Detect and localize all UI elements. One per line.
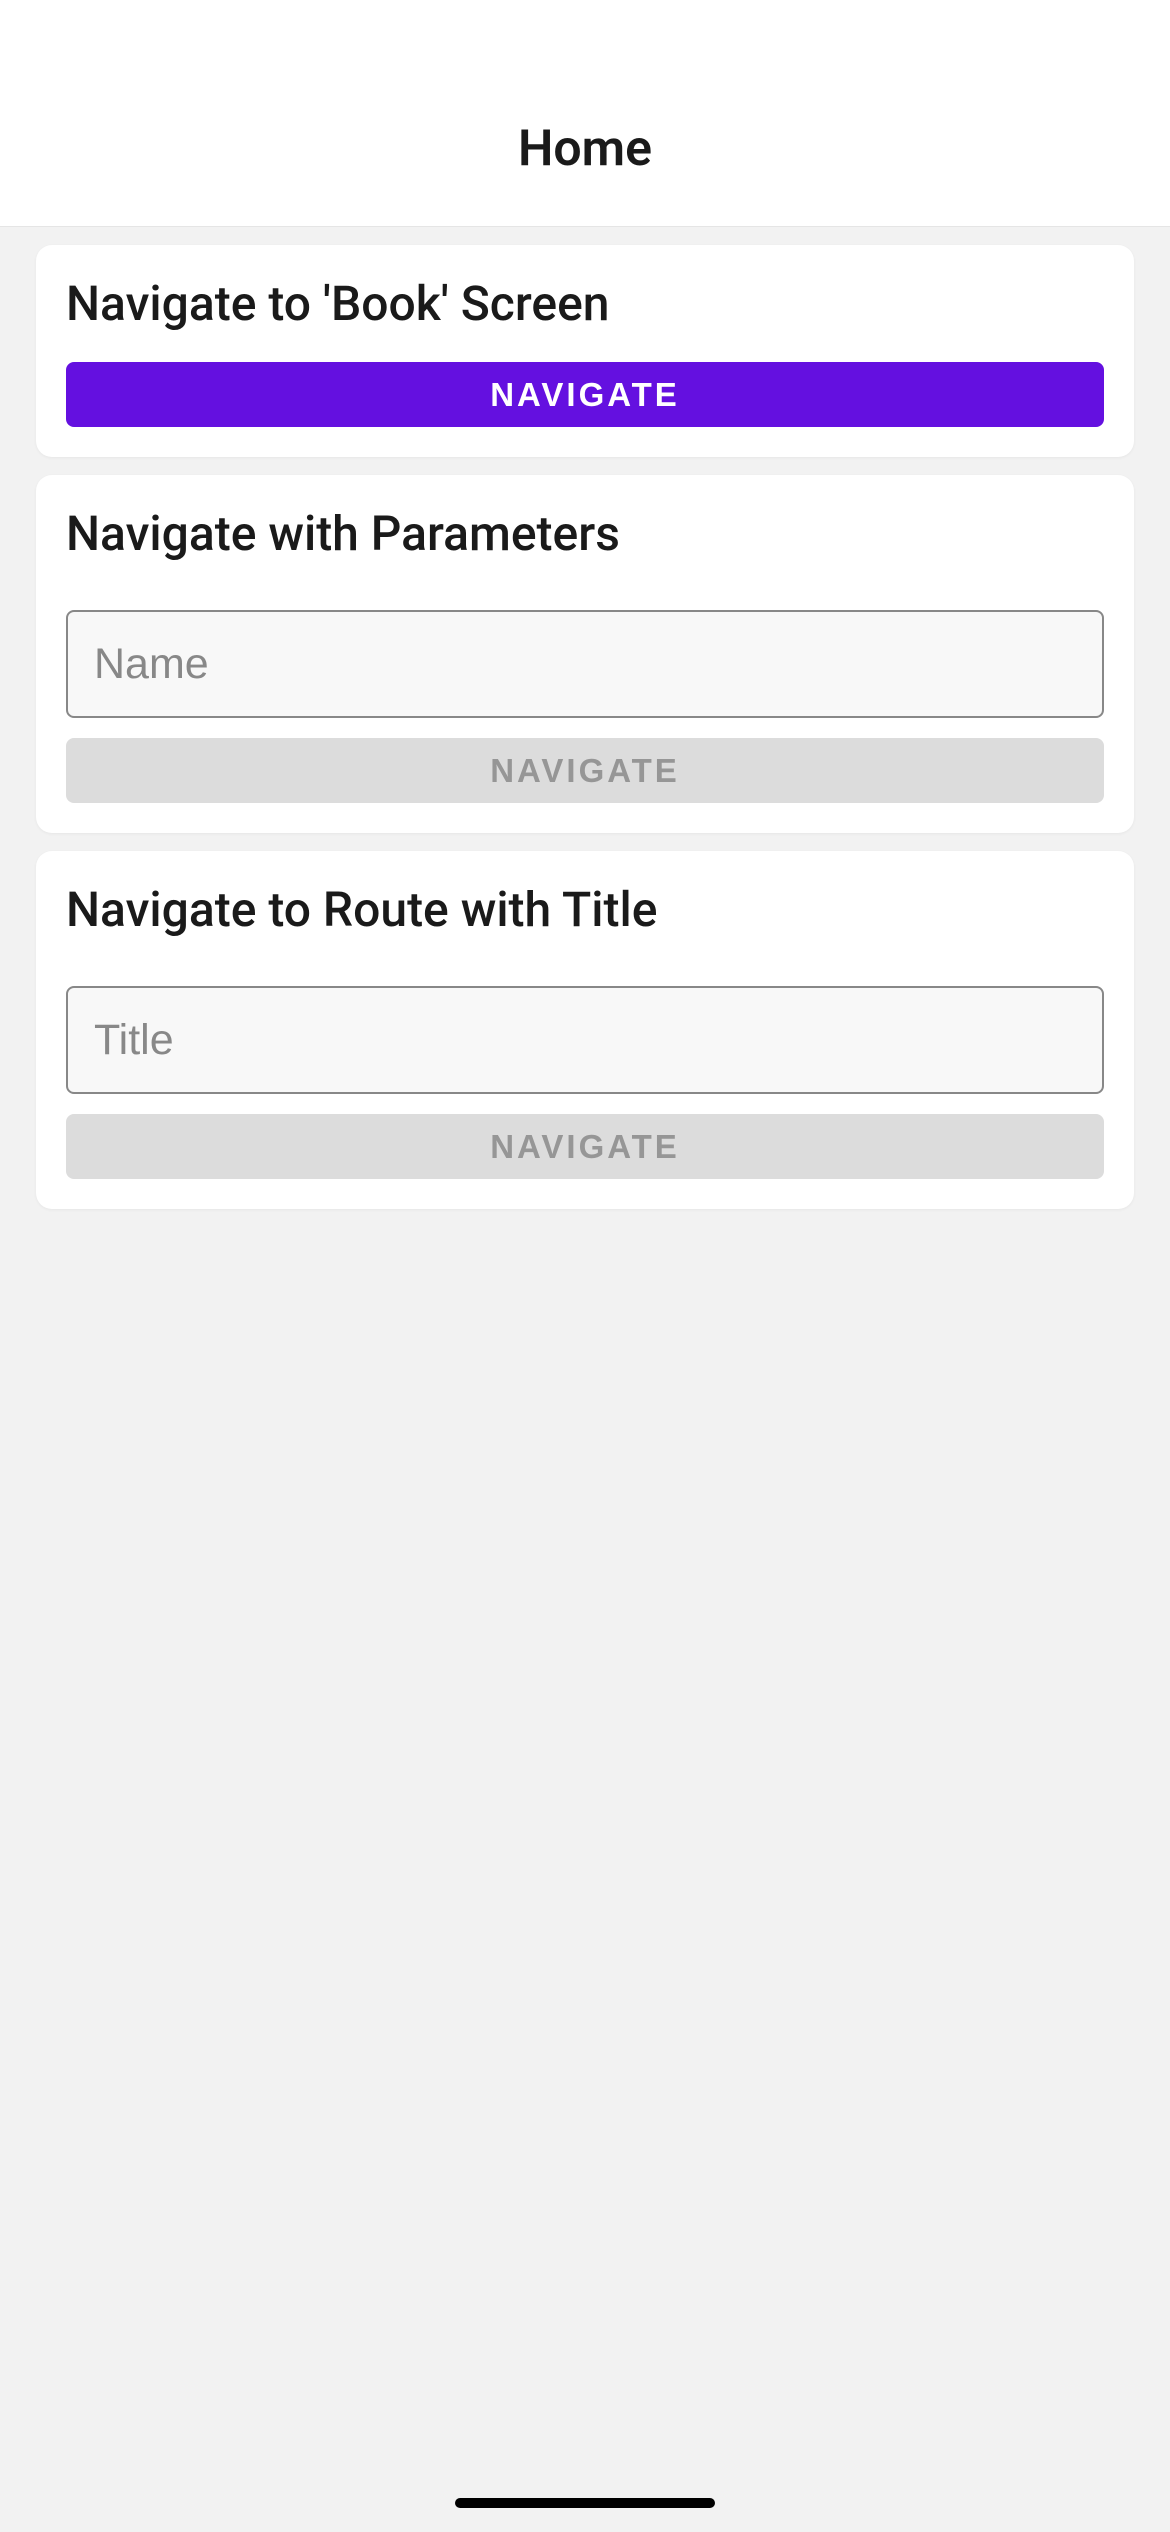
navigate-book-button[interactable]: NAVIGATE	[66, 362, 1104, 427]
title-field[interactable]	[66, 986, 1104, 1094]
navigate-route-button[interactable]: NAVIGATE	[66, 1114, 1104, 1179]
status-bar	[0, 0, 1170, 100]
card-title-book: Navigate to 'Book' Screen	[66, 275, 1104, 332]
page-title: Home	[0, 120, 1170, 178]
card-navigate-params: Navigate with Parameters NAVIGATE	[36, 475, 1134, 833]
name-field[interactable]	[66, 610, 1104, 718]
card-navigate-route: Navigate to Route with Title NAVIGATE	[36, 851, 1134, 1209]
card-title-route: Navigate to Route with Title	[66, 881, 1104, 938]
navigate-params-button[interactable]: NAVIGATE	[66, 738, 1104, 803]
card-title-params: Navigate with Parameters	[66, 505, 1104, 562]
home-indicator[interactable]	[455, 2498, 715, 2508]
card-navigate-book: Navigate to 'Book' Screen NAVIGATE	[36, 245, 1134, 457]
content-area: Navigate to 'Book' Screen NAVIGATE Navig…	[0, 227, 1170, 1245]
header: Home	[0, 100, 1170, 227]
